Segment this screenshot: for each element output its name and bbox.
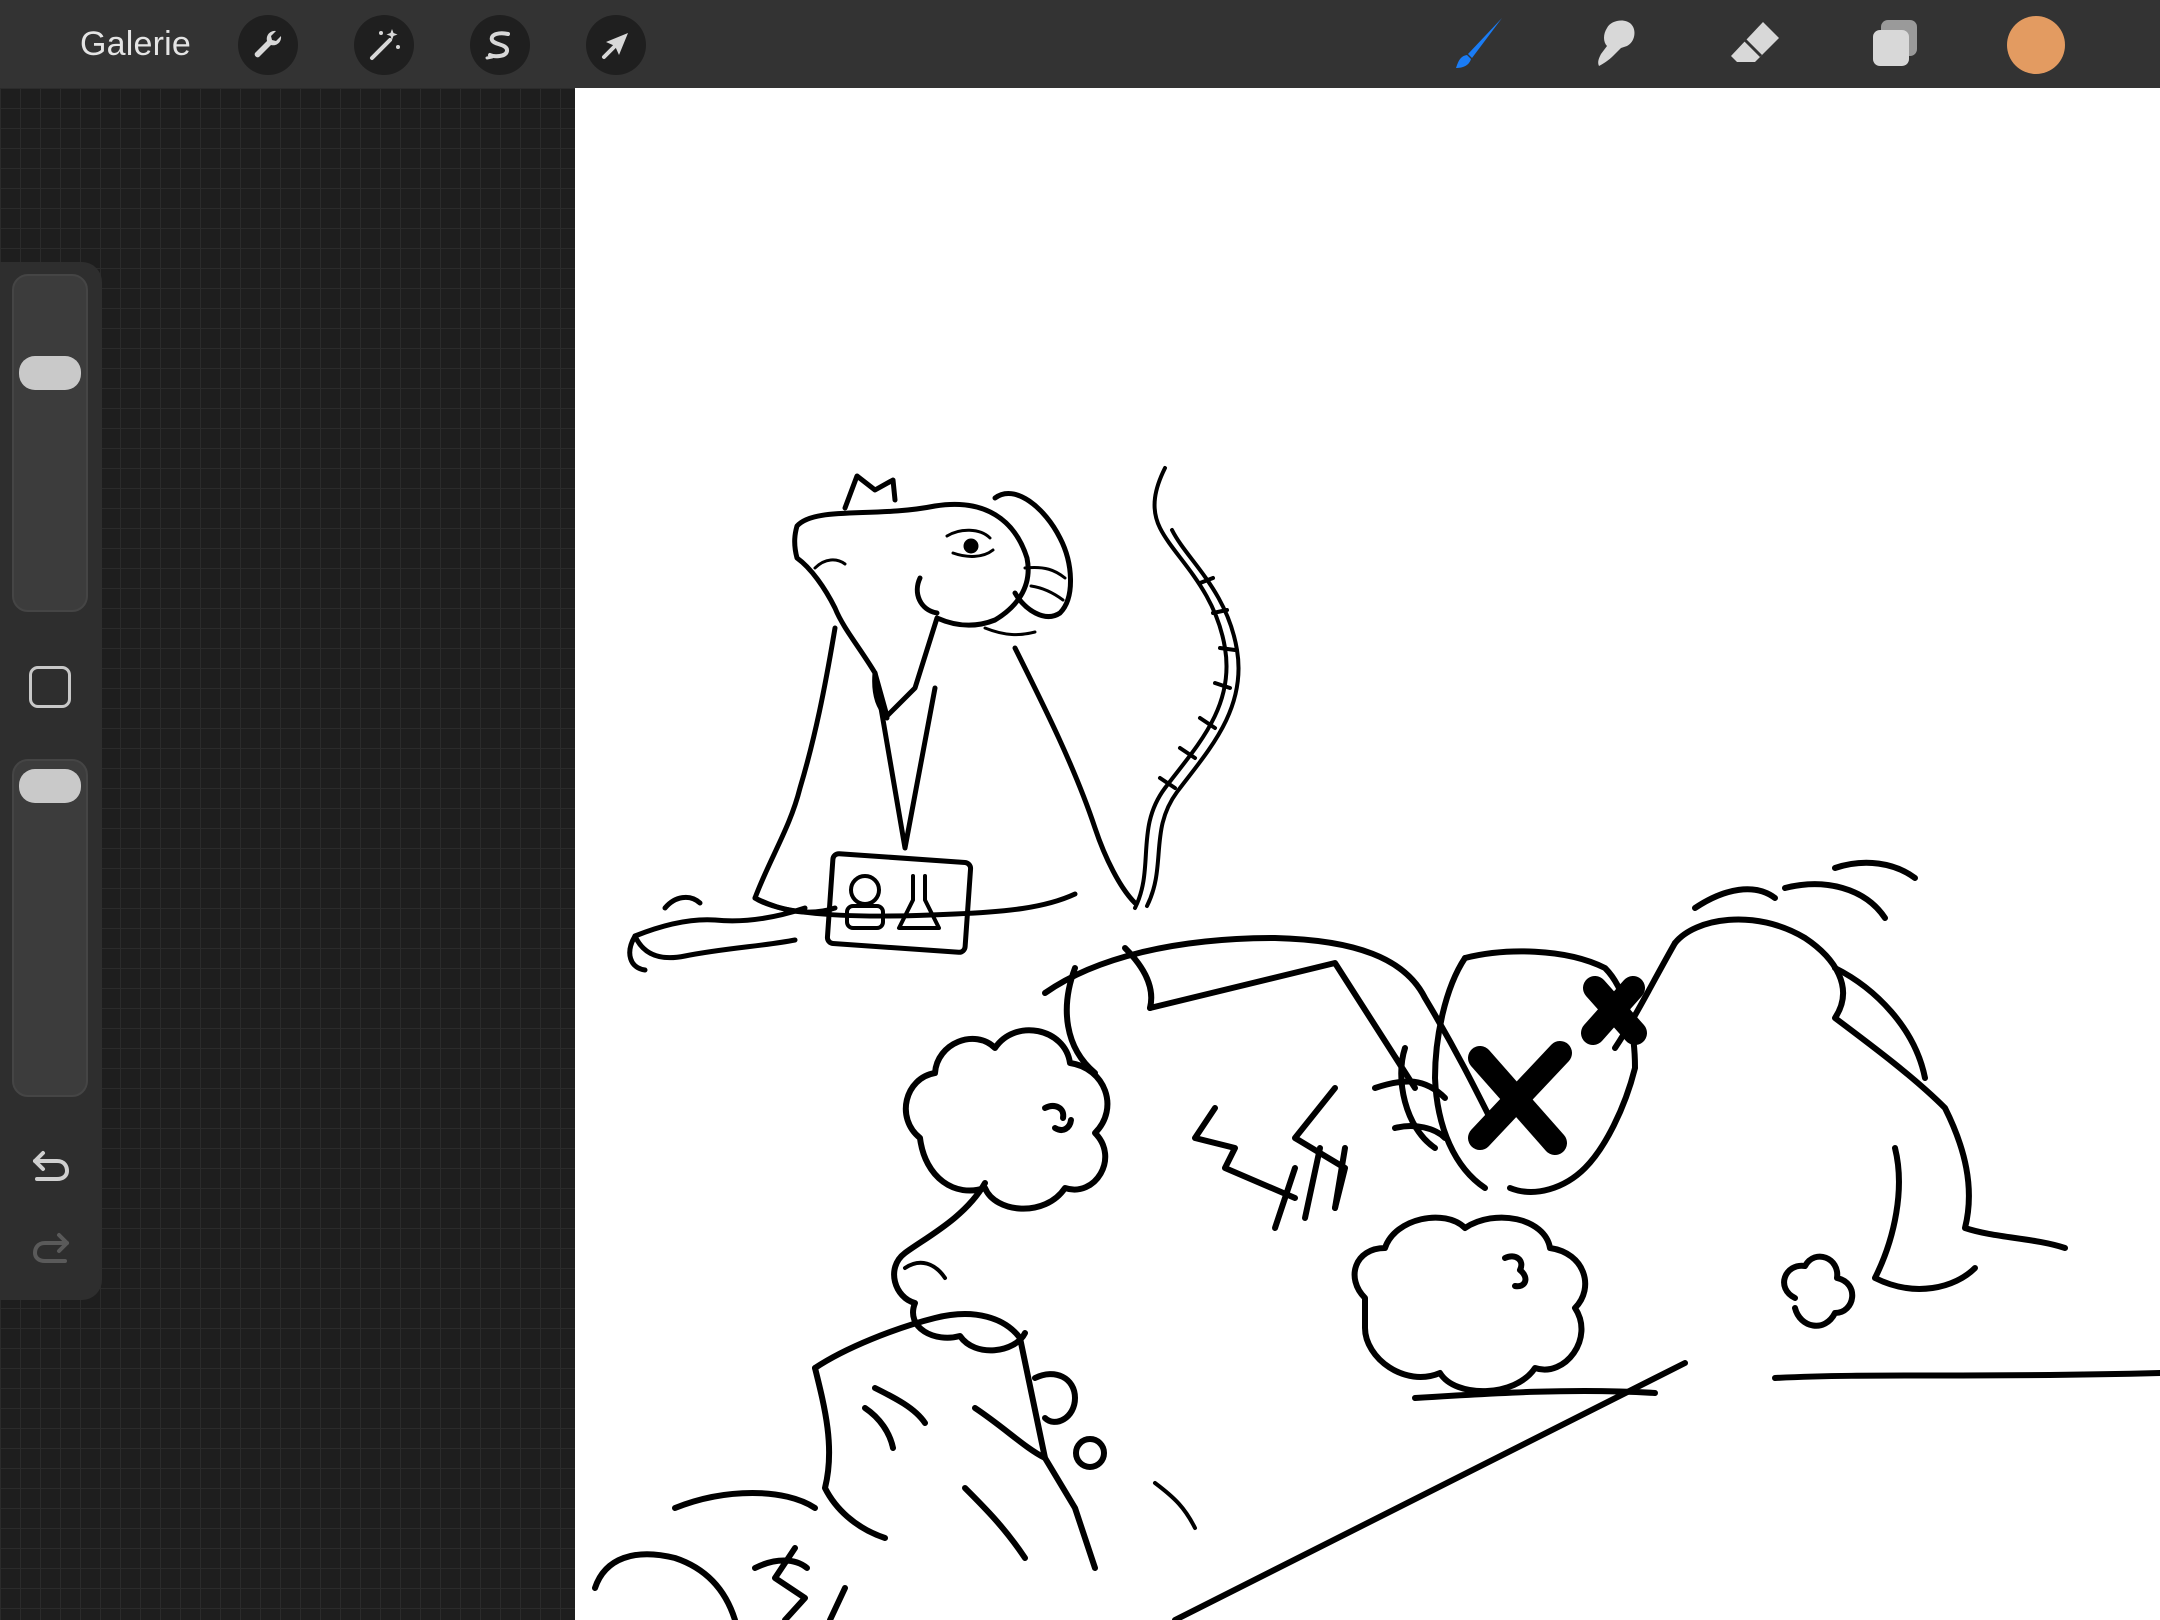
procreate-app: Galerie [0,0,2160,1620]
undo-button[interactable] [26,1140,76,1190]
modify-square-icon[interactable] [29,666,71,708]
top-toolbar: Galerie [0,0,2160,88]
sketch-artwork [592,466,2160,1620]
wrench-icon [254,30,282,58]
selection-s-icon [485,31,510,60]
smudge-icon [1598,20,1635,66]
left-sidebar [0,262,102,1300]
redo-icon [32,1233,69,1263]
layers-button[interactable] [1863,12,1927,76]
adjustments-button[interactable] [354,15,414,75]
color-picker-button[interactable] [2007,16,2065,74]
transform-button[interactable] [586,15,646,75]
smudge-button[interactable] [1583,12,1647,76]
drawing-canvas[interactable] [575,88,2160,1620]
brush-button[interactable] [1446,12,1510,76]
magic-wand-icon [370,29,400,60]
actions-button[interactable] [238,15,298,75]
eraser-icon [1731,22,1779,62]
brush-opacity-slider[interactable] [12,759,88,1097]
eraser-button[interactable] [1723,12,1787,76]
redo-button[interactable] [26,1222,76,1272]
brush-size-slider-thumb[interactable] [19,356,81,390]
brush-size-slider[interactable] [12,274,88,612]
gallery-button[interactable]: Galerie [80,0,191,88]
layers-icon [1873,20,1917,66]
transform-arrow-icon [602,33,628,59]
selection-button[interactable] [470,15,530,75]
brush-icon [1456,18,1502,68]
undo-icon [33,1151,70,1181]
brush-opacity-slider-thumb[interactable] [19,769,81,803]
